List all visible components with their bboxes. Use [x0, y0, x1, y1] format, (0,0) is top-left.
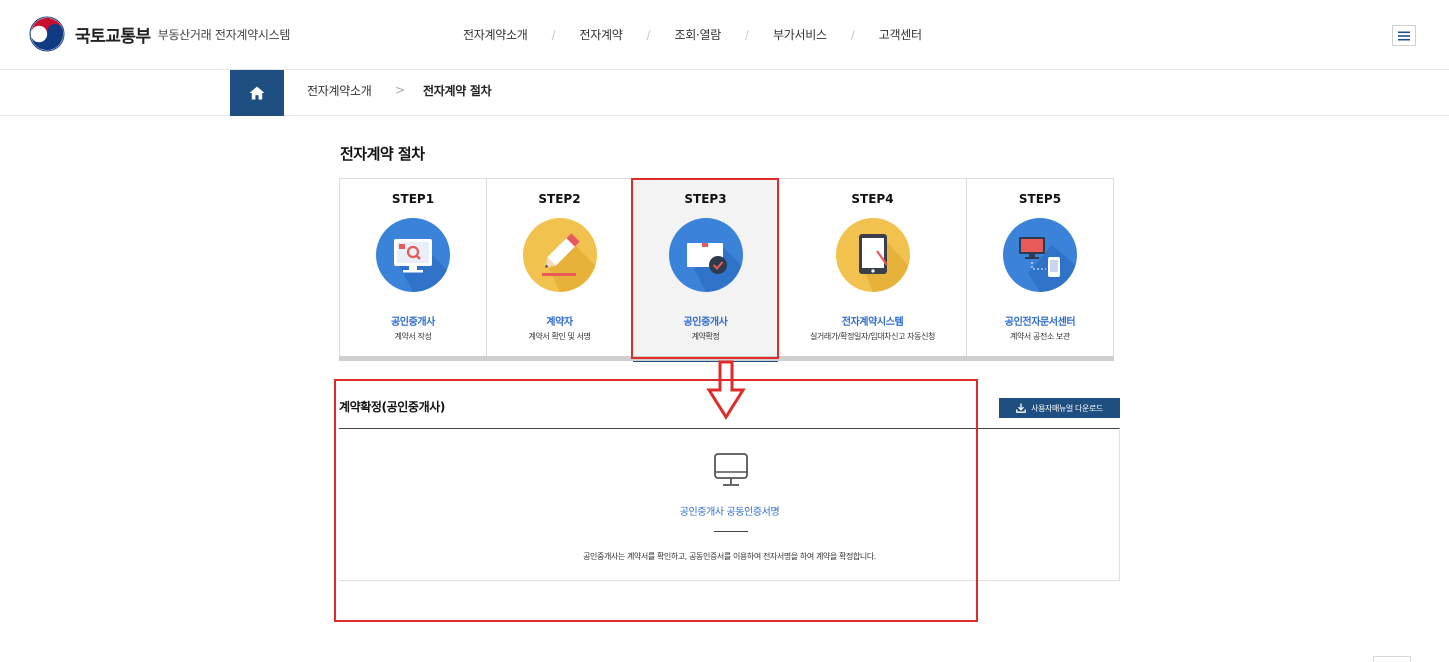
logo[interactable]: 국토교통부 부동산거래 전자계약시스템	[27, 14, 290, 54]
pencil-sign-icon	[522, 218, 597, 292]
devices-icon	[1003, 218, 1077, 292]
hamburger-icon	[1398, 31, 1410, 40]
header: 국토교통부 부동산거래 전자계약시스템 전자계약소개 / 전자계약 / 조회·열…	[0, 0, 1449, 70]
step-desc: 계약서 작성	[394, 332, 432, 341]
ministry-name: 국토교통부	[75, 26, 151, 47]
step-desc: 실거래가/확정일자/임대차신고 자동신청	[809, 332, 936, 341]
taegeuk-emblem-icon	[28, 15, 66, 53]
nav-item-contract[interactable]: 전자계약	[580, 26, 623, 43]
step-desc: 계약서 확인 및 서명	[528, 332, 591, 341]
breadcrumb-item-current[interactable]: 전자계약 절차	[423, 82, 492, 99]
top-button[interactable]	[1373, 656, 1411, 662]
breadcrumb: 전자계약소개 > 전자계약 절차	[0, 70, 1449, 116]
step-label: STEP2	[538, 192, 581, 206]
system-name: 부동산거래 전자계약시스템	[157, 27, 291, 42]
step-title: 계약자	[546, 317, 573, 328]
download-icon	[1016, 403, 1026, 413]
nav-item-services[interactable]: 부가서비스	[773, 26, 827, 43]
breadcrumb-item-intro[interactable]: 전자계약소개	[307, 82, 372, 99]
home-icon	[249, 86, 265, 100]
monitor-search-icon	[376, 218, 450, 293]
manual-download-button[interactable]: 사용자매뉴얼 다운로드	[999, 398, 1120, 418]
nav-item-lookup[interactable]: 조회·열람	[675, 26, 722, 43]
step-title: 공인전자문서센터	[1004, 317, 1076, 328]
nav-item-intro[interactable]: 전자계약소개	[463, 26, 528, 43]
nav-separator: /	[551, 27, 556, 42]
step-title: 공인중개사	[390, 317, 435, 328]
step-label: STEP1	[391, 192, 435, 206]
step-4[interactable]: STEP4 전자계약시스템 실거래가/확정일자/임대차신고 자동신청	[779, 179, 967, 357]
nav-separator: /	[745, 27, 750, 42]
main-nav: 전자계약소개 / 전자계약 / 조회·열람 / 부가서비스 / 고객센터	[463, 26, 922, 43]
section-highlight-box	[334, 379, 978, 622]
home-button[interactable]	[230, 70, 284, 116]
step-highlight-box	[631, 178, 779, 359]
nav-item-support[interactable]: 고객센터	[879, 26, 922, 43]
nav-separator: /	[646, 27, 651, 42]
step-desc: 계약서 공전소 보관	[1010, 332, 1070, 341]
tablet-icon	[835, 218, 910, 292]
step-2[interactable]: STEP2 계약자 계약서 확인 및 서명	[487, 179, 633, 357]
step-label: STEP5	[1018, 192, 1062, 206]
step-label: STEP4	[851, 192, 894, 206]
nav-separator: /	[850, 27, 855, 42]
menu-button[interactable]	[1392, 25, 1416, 46]
download-label: 사용자매뉴얼 다운로드	[1031, 403, 1103, 413]
step-5[interactable]: STEP5 공인전자문서센터 계약서 공전소 보관	[967, 179, 1113, 357]
step-1[interactable]: STEP1 공인중개사 계약서 작성	[340, 179, 487, 357]
step-title: 전자계약시스템	[841, 317, 904, 328]
breadcrumb-separator: >	[395, 83, 406, 97]
page-title: 전자계약 절차	[340, 145, 425, 163]
